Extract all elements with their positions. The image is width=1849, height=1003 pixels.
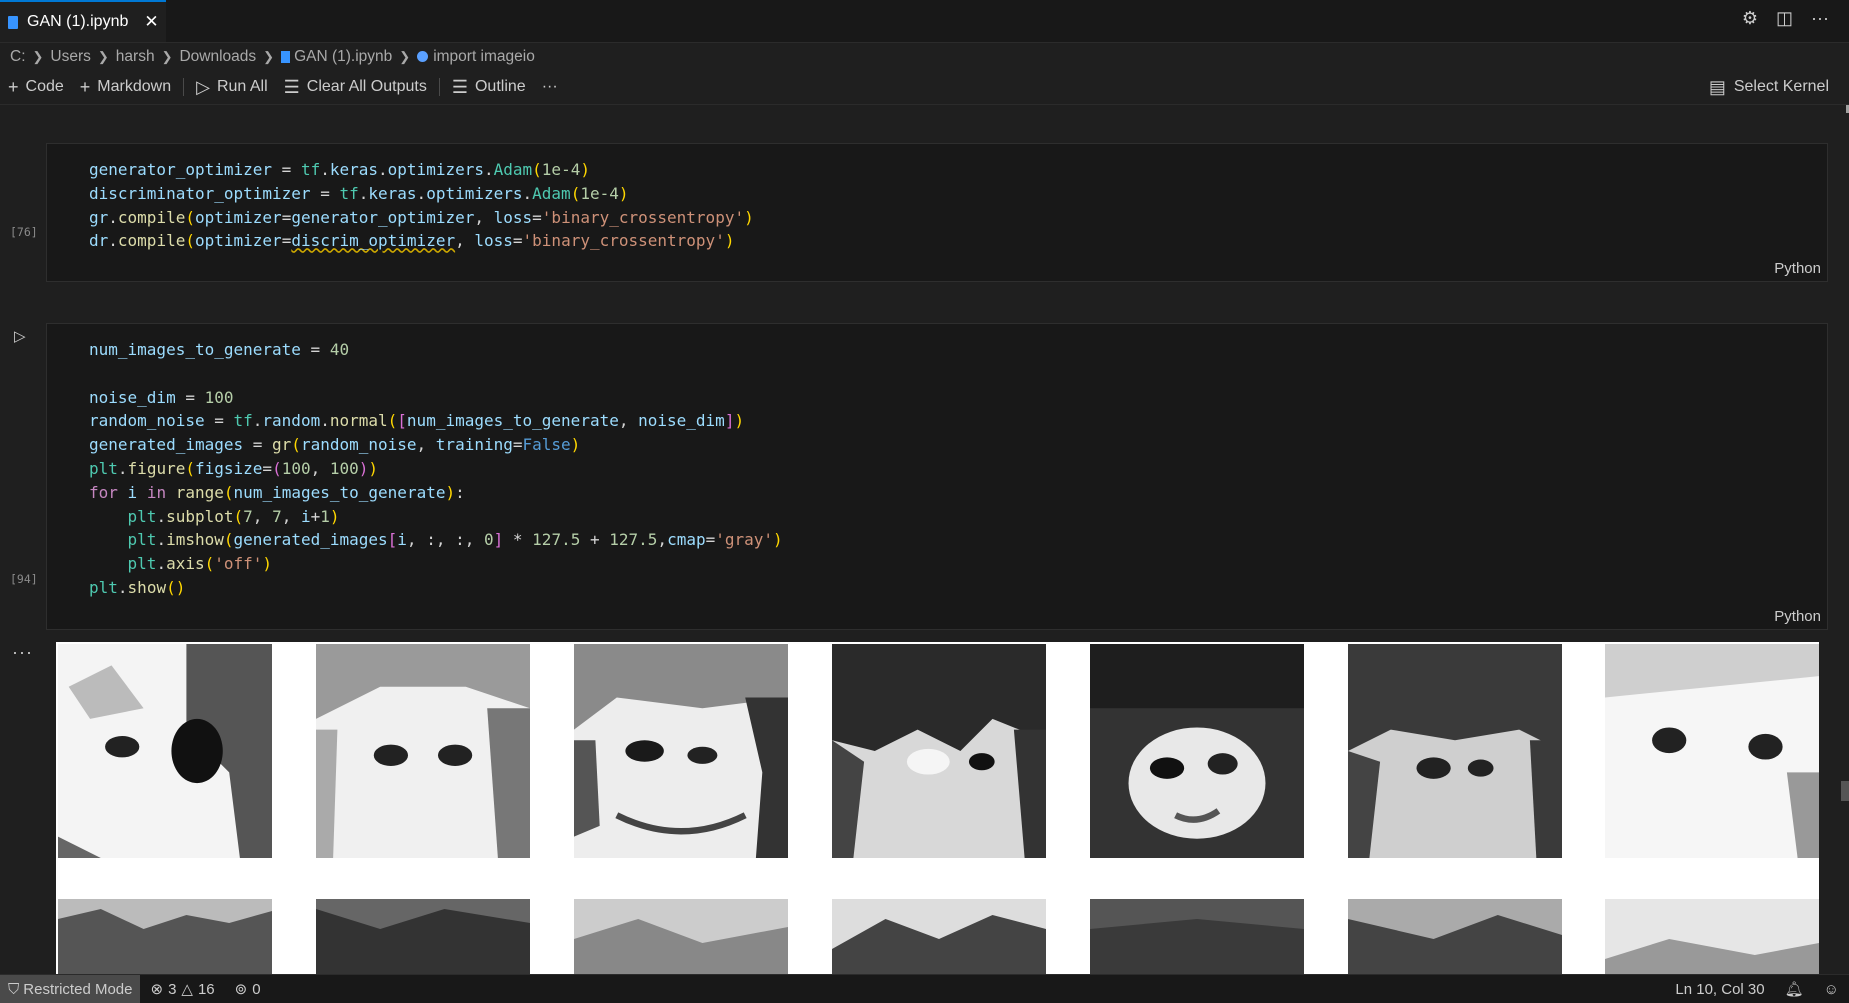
- notebook-file-icon: [281, 50, 291, 63]
- chevron-right-icon: ❯: [97, 49, 109, 64]
- breadcrumb-symbol[interactable]: import imageio: [417, 48, 535, 66]
- run-all-label: Run All: [216, 78, 268, 95]
- breadcrumb-users[interactable]: Users: [50, 48, 90, 66]
- python-icon: [417, 51, 429, 63]
- code-cell[interactable]: num_images_to_generate = 40 noise_dim = …: [46, 323, 1828, 630]
- generated-face-image: [574, 644, 788, 858]
- tab-bar: GAN (1).ipynb ✕ ⚙ ◫ ···: [0, 0, 1849, 43]
- status-bar-right: Ln 10, Col 30 🔔︎ ☺: [1665, 975, 1849, 1003]
- plus-icon: +: [8, 77, 19, 97]
- execution-count: [76]: [10, 225, 38, 239]
- add-code-cell-button[interactable]: + Code: [0, 72, 72, 102]
- run-all-button[interactable]: ▷ Run All: [188, 72, 276, 102]
- generated-face-image: [316, 644, 530, 858]
- generated-face-image: [1090, 899, 1304, 975]
- cursor-position[interactable]: Ln 10, Col 30: [1665, 981, 1774, 998]
- clear-all-icon: ☰: [283, 77, 300, 97]
- chevron-right-icon: ❯: [263, 49, 275, 64]
- execution-count: [94]: [10, 572, 38, 586]
- chevron-right-icon: ❯: [32, 49, 44, 64]
- list-icon: ☰: [451, 77, 468, 97]
- breadcrumb-drive[interactable]: C:: [10, 48, 26, 66]
- clear-outputs-label: Clear All Outputs: [306, 78, 427, 95]
- bell-icon[interactable]: 🔔︎: [1775, 980, 1814, 998]
- plus-icon: +: [79, 77, 91, 97]
- cell-language[interactable]: Python: [1774, 260, 1821, 277]
- output-menu-icon[interactable]: ···: [12, 642, 33, 663]
- generated-face-image: [832, 899, 1046, 975]
- generated-face-image: [58, 644, 272, 858]
- feedback-icon[interactable]: ☺: [1814, 981, 1849, 998]
- notebook-editor: [76] generator_optimizer = tf.keras.opti…: [0, 104, 1849, 975]
- kernel-icon: ▤: [1708, 77, 1726, 97]
- error-count: 3: [168, 980, 177, 998]
- close-icon[interactable]: ✕: [144, 12, 158, 32]
- generated-face-image: [58, 899, 272, 975]
- generated-face-image: [1348, 644, 1562, 858]
- add-code-label: Code: [25, 78, 64, 95]
- toolbar-divider: [183, 78, 185, 96]
- more-actions-icon[interactable]: ···: [1811, 8, 1829, 29]
- problems-indicator[interactable]: ⊗ 3 △ 16: [140, 980, 224, 999]
- error-icon: ⊗: [150, 981, 164, 998]
- tab-notebook[interactable]: GAN (1).ipynb ✕: [0, 0, 166, 42]
- settings-icon[interactable]: ⚙: [1742, 8, 1758, 29]
- breadcrumb-file[interactable]: GAN (1).ipynb: [281, 48, 392, 66]
- status-bar: ⛉ Restricted Mode ⊗ 3 △ 16 ⊚ 0 Ln 10, Co…: [0, 974, 1849, 1003]
- generated-face-image: [1090, 644, 1304, 858]
- generated-face-image: [1605, 899, 1819, 975]
- select-kernel-label: Select Kernel: [1733, 78, 1829, 95]
- tab-title: GAN (1).ipynb: [27, 13, 129, 30]
- select-kernel-button[interactable]: ▤ Select Kernel: [1709, 72, 1829, 102]
- code-editor[interactable]: generator_optimizer = tf.keras.optimizer…: [89, 158, 754, 253]
- chevron-right-icon: ❯: [399, 49, 411, 64]
- ports-indicator[interactable]: ⊚ 0: [225, 980, 271, 999]
- toolbar-divider: [438, 78, 440, 96]
- breadcrumb-downloads[interactable]: Downloads: [179, 48, 256, 66]
- generated-face-image: [1605, 644, 1819, 858]
- add-markdown-label: Markdown: [97, 78, 172, 95]
- more-toolbar-actions-button[interactable]: ···: [534, 72, 566, 102]
- breadcrumb-file-label: GAN (1).ipynb: [294, 48, 393, 65]
- editor-actions: ⚙ ◫ ···: [1742, 8, 1829, 29]
- warning-count: 16: [197, 980, 215, 998]
- outline-button[interactable]: ☰ Outline: [444, 72, 534, 102]
- breadcrumb-symbol-label: import imageio: [433, 48, 535, 65]
- restricted-mode-label: Restricted Mode: [23, 980, 133, 998]
- generated-face-image: [316, 899, 530, 975]
- ports-count: 0: [252, 980, 261, 998]
- add-markdown-cell-button[interactable]: + Markdown: [72, 72, 179, 102]
- run-icon: ▷: [196, 77, 210, 97]
- chevron-right-icon: ❯: [161, 49, 173, 64]
- code-editor[interactable]: num_images_to_generate = 40 noise_dim = …: [89, 338, 783, 600]
- notebook-toolbar: + Code + Markdown ▷ Run All ☰ Clear All …: [0, 72, 1849, 102]
- cell-output-image: [56, 642, 1819, 975]
- warning-icon: △: [181, 981, 193, 998]
- broadcast-icon: ⊚: [234, 981, 248, 998]
- notebook-file-icon: [8, 15, 18, 29]
- more-icon: ···: [541, 78, 558, 95]
- generated-face-image: [1348, 899, 1562, 975]
- code-cell[interactable]: generator_optimizer = tf.keras.optimizer…: [46, 143, 1828, 282]
- split-editor-icon[interactable]: ◫: [1776, 8, 1793, 29]
- scrollbar-thumb[interactable]: [1841, 781, 1849, 801]
- breadcrumb-harsh[interactable]: harsh: [116, 48, 155, 66]
- clear-outputs-button[interactable]: ☰ Clear All Outputs: [276, 72, 435, 102]
- generated-face-image: [832, 644, 1046, 858]
- outline-label: Outline: [474, 78, 526, 95]
- generated-face-image: [574, 899, 788, 975]
- cell-language[interactable]: Python: [1774, 608, 1821, 625]
- run-cell-icon[interactable]: ▷: [14, 327, 26, 345]
- shield-icon: ⛉: [8, 980, 20, 998]
- restricted-mode-indicator[interactable]: ⛉ Restricted Mode: [0, 975, 141, 1003]
- breadcrumb: C: ❯ Users ❯ harsh ❯ Downloads ❯ GAN (1)…: [0, 44, 1849, 70]
